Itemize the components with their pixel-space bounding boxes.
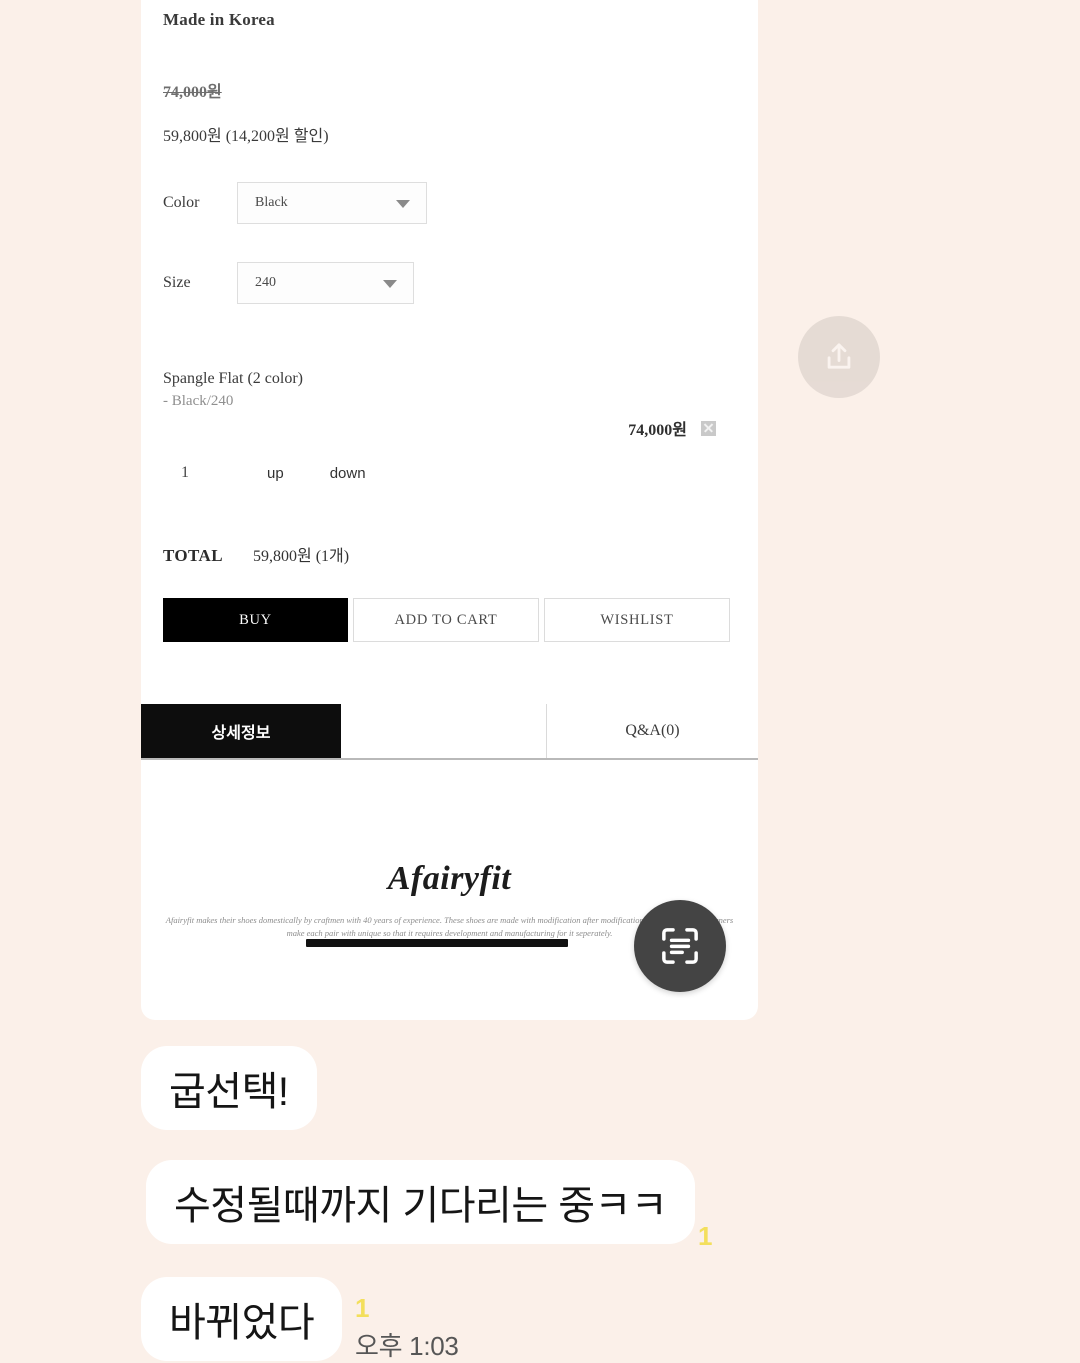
chat-timestamp: 오후 1:03: [355, 1331, 459, 1361]
buy-button[interactable]: BUY: [163, 598, 348, 642]
color-label: Color: [163, 194, 200, 211]
size-value: 240: [255, 275, 276, 290]
color-select[interactable]: Black: [237, 182, 427, 224]
selected-item-name: Spangle Flat (2 color): [163, 370, 303, 387]
quantity-up-button[interactable]: up: [267, 465, 284, 482]
original-price: 74,000원: [163, 84, 222, 101]
chat-message-text: 수정될때까지 기다리는 중ㅋㅋ: [174, 1184, 668, 1228]
unread-count-badge: 1: [698, 1221, 713, 1251]
broken-image-icon[interactable]: [701, 420, 716, 436]
selected-item-option: - Black/240: [163, 393, 234, 409]
selected-item-row: Spangle Flat (2 color) - Black/240 74,00…: [163, 370, 736, 482]
brand-logo: Afairyfit: [387, 860, 512, 897]
chat-message-text: 바뀌었다: [169, 1301, 315, 1345]
chevron-down-icon: [396, 200, 410, 208]
selected-item-price: 74,000원: [628, 422, 687, 439]
unread-count-badge: 1: [355, 1293, 370, 1323]
share-button[interactable]: [798, 316, 880, 398]
chevron-down-icon: [383, 280, 397, 288]
wishlist-button[interactable]: WISHLIST: [544, 598, 730, 642]
shared-product-screenshot[interactable]: Made in Korea 74,000원 59,800원 (14,200원 할…: [141, 0, 758, 1020]
total-label: TOTAL: [163, 546, 223, 565]
share-upload-icon: [827, 343, 851, 369]
product-tab-bar: 상세정보 Q&A(0): [141, 704, 758, 760]
size-label: Size: [163, 274, 191, 291]
tab-details[interactable]: 상세정보: [141, 704, 341, 758]
tab-spacer: [141, 642, 758, 704]
chat-bubble[interactable]: 수정될때까지 기다리는 중ㅋㅋ: [146, 1160, 696, 1244]
tab-qa[interactable]: Q&A(0): [547, 704, 758, 758]
add-to-cart-button[interactable]: ADD TO CART: [353, 598, 539, 642]
total-value: 59,800원 (1개): [253, 548, 350, 565]
quantity-down-button[interactable]: down: [330, 465, 366, 482]
action-button-row: BUY ADD TO CART WISHLIST: [163, 598, 736, 642]
chat-bubble[interactable]: 굽선택!: [141, 1046, 317, 1130]
color-value: Black: [255, 195, 288, 210]
option-row-size: Size 240: [163, 262, 736, 304]
chat-message-text: 굽선택!: [169, 1070, 289, 1114]
discounted-price: 59,800원 (14,200원 할인): [163, 128, 329, 145]
tab-reviews[interactable]: [341, 704, 547, 758]
text-scan-icon: [662, 928, 698, 964]
option-row-color: Color Black: [163, 182, 736, 224]
total-row: TOTAL 59,800원 (1개): [163, 542, 736, 566]
quantity-value: 1: [181, 464, 189, 481]
text-scan-button[interactable]: [634, 900, 726, 992]
size-select[interactable]: 240: [237, 262, 414, 304]
chat-bubble[interactable]: 바뀌었다: [141, 1277, 343, 1361]
made-in-label: Made in Korea: [163, 10, 275, 29]
redaction-bar: [306, 939, 568, 947]
